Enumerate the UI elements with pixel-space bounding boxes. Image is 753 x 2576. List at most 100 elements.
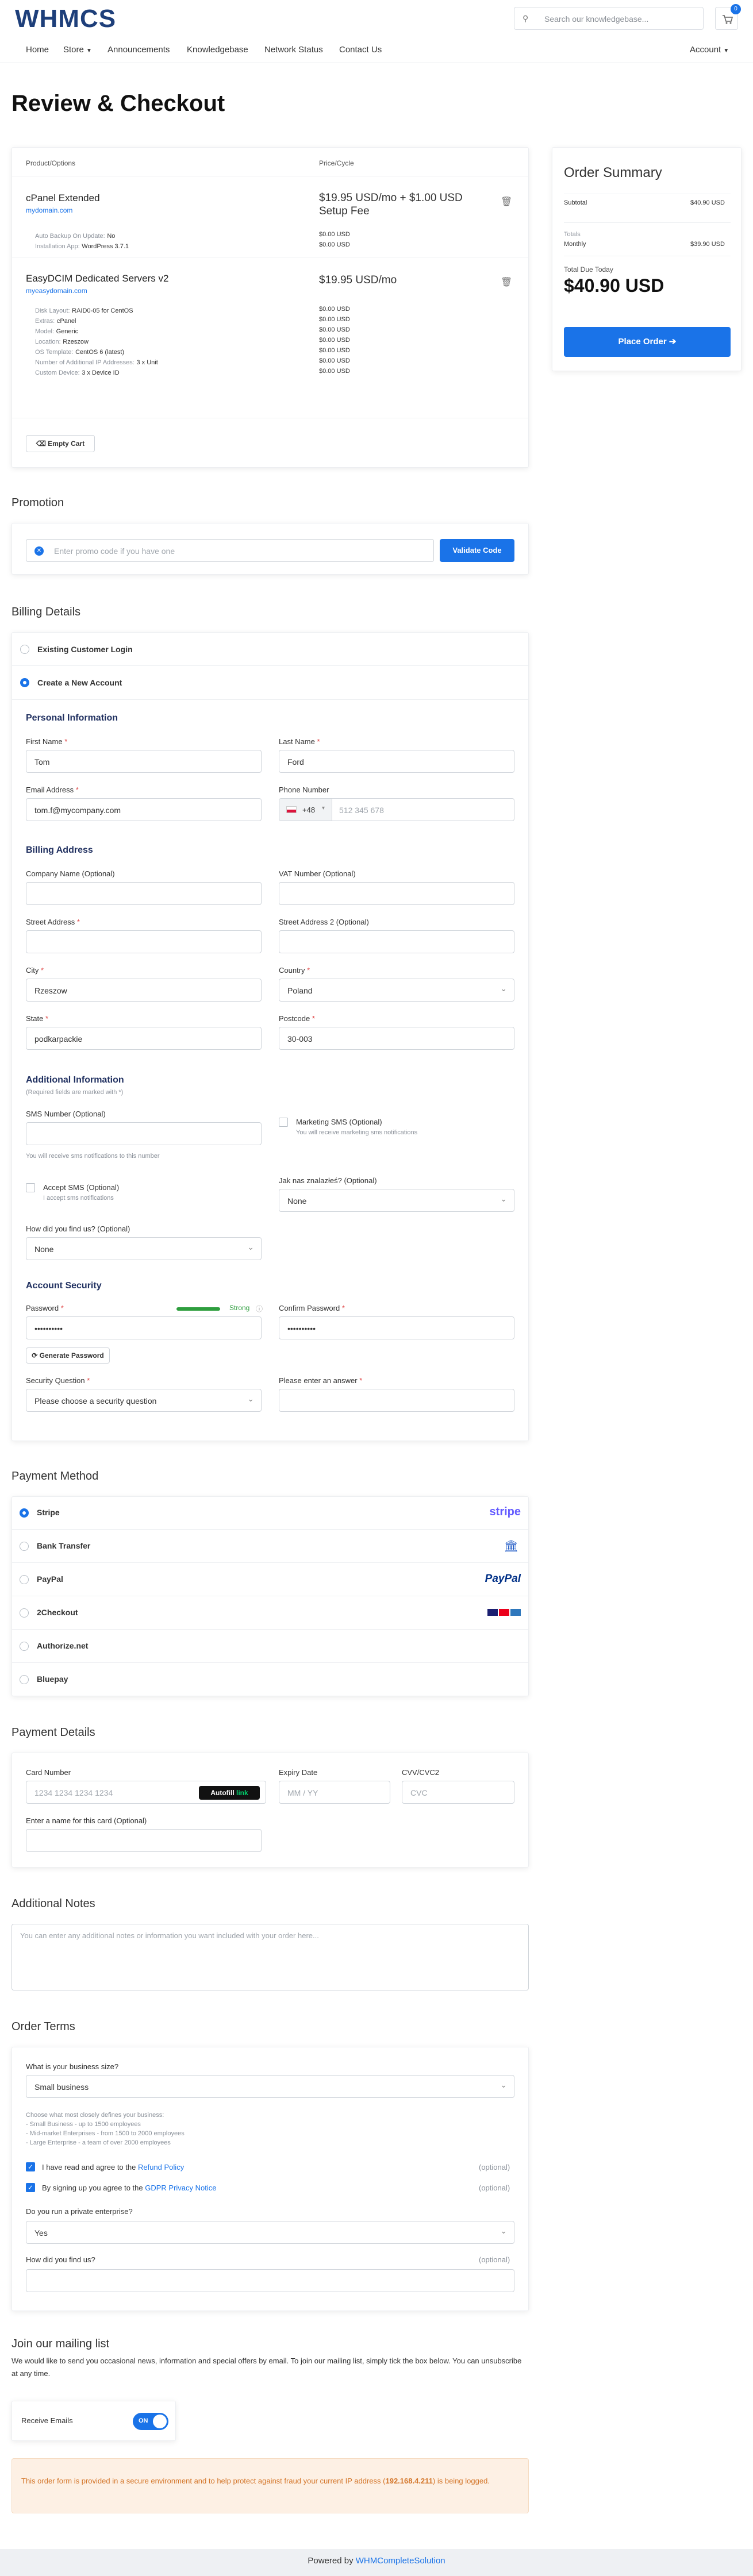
city-field[interactable]: Rzeszow <box>26 979 262 1002</box>
cart-item-domain[interactable]: myeasydomain.com <box>26 287 87 295</box>
payment-option-2checkout[interactable]: 2Checkout <box>11 1596 529 1630</box>
confirm-field[interactable]: •••••••••• <box>279 1316 514 1339</box>
nav-store[interactable]: Store ▼ <box>63 45 92 55</box>
payment-option-bank[interactable]: Bank Transfer 🏛 <box>11 1530 529 1563</box>
cvv-field[interactable]: CVC <box>402 1781 514 1804</box>
poland-flag-icon <box>286 806 297 813</box>
bluepay-radio[interactable] <box>20 1675 29 1684</box>
company-field[interactable] <box>26 882 262 905</box>
last-name-field[interactable]: Ford <box>279 750 514 773</box>
cart-header: Product/Options Price/Cycle <box>12 148 528 176</box>
card-details-card: Card Number 1234 1234 1234 1234 Autofill… <box>11 1753 529 1867</box>
stripe-label: Stripe <box>37 1508 60 1517</box>
security-question-select[interactable]: Please choose a security question <box>26 1389 262 1412</box>
answer-field[interactable] <box>279 1389 514 1412</box>
existing-radio[interactable] <box>20 645 29 654</box>
whmcs-link[interactable]: WHMCompleteSolution <box>356 2556 445 2566</box>
paypal-label: PayPal <box>37 1574 63 1584</box>
postcode-field[interactable]: 30-003 <box>279 1027 514 1050</box>
nav-account[interactable]: Account ▼ <box>690 45 729 55</box>
create-radio[interactable] <box>20 678 29 687</box>
nav-contact[interactable]: Contact Us <box>339 45 382 55</box>
payment-option-paypal[interactable]: PayPal PayPal <box>11 1563 529 1596</box>
phone-field[interactable]: +48 ▾ 512 345 678 <box>279 798 514 821</box>
option-label: Custom Device: <box>35 369 80 376</box>
accept-sms-checkbox[interactable] <box>26 1183 35 1192</box>
nav-home[interactable]: Home <box>26 45 49 55</box>
paypal-radio[interactable] <box>20 1575 29 1584</box>
find-field[interactable] <box>26 2269 514 2292</box>
stripe-radio[interactable] <box>20 1508 29 1518</box>
monthly-label: Monthly <box>564 241 586 248</box>
authorize-radio[interactable] <box>20 1642 29 1651</box>
receive-emails-toggle[interactable]: ON <box>133 2413 168 2430</box>
street2-field[interactable] <box>279 930 514 953</box>
place-order-button[interactable]: Place Order ➔ <box>564 327 731 357</box>
marketing-label: Marketing SMS (Optional) <box>296 1118 382 1126</box>
payment-option-authorize[interactable]: Authorize.net <box>11 1630 529 1663</box>
trash-icon[interactable]: 🗑 <box>501 196 512 207</box>
refund-policy-link[interactable]: Refund Policy <box>138 2163 184 2171</box>
option-row: Disk Layout: RAID0-05 for CentOS <box>35 306 133 314</box>
authorize-label: Authorize.net <box>37 1641 89 1650</box>
private-select[interactable]: Yes <box>26 2221 514 2244</box>
whmcs-logo[interactable]: WHMCS <box>15 5 116 33</box>
how-select[interactable]: None <box>26 1237 262 1260</box>
option-price: $0.00 USD <box>319 241 350 248</box>
card-name-field[interactable] <box>26 1829 262 1852</box>
validate-code-button[interactable]: Validate Code <box>440 539 514 562</box>
vat-field[interactable] <box>279 882 514 905</box>
gdpr-link[interactable]: GDPR Privacy Notice <box>145 2184 216 2192</box>
nav-network-status[interactable]: Network Status <box>264 45 323 55</box>
password-field[interactable]: •••••••••• <box>26 1316 262 1339</box>
gdpr-checkbox[interactable]: ✓ <box>26 2183 35 2192</box>
expiry-field[interactable]: MM / YY <box>279 1781 390 1804</box>
search-input[interactable]: ⚲ Search our knowledgebase... <box>514 7 704 30</box>
cart-item-domain[interactable]: mydomain.com <box>26 206 72 214</box>
create-account-option[interactable]: Create a New Account <box>12 666 528 699</box>
trash-icon[interactable]: 🗑 <box>501 276 512 288</box>
autofill-link-button[interactable]: Autofill link <box>199 1786 260 1800</box>
generate-password-button[interactable]: ⟳ Generate Password <box>26 1347 110 1364</box>
divider <box>12 699 528 700</box>
street-label: Street Address * <box>26 918 80 926</box>
payment-option-stripe[interactable]: Stripe stripe <box>11 1496 529 1530</box>
cart-button[interactable]: 0 <box>715 4 741 30</box>
first-name-field[interactable]: Tom <box>26 750 262 773</box>
tag-icon: ✕ <box>34 546 44 556</box>
payment-option-bluepay[interactable]: Bluepay <box>11 1663 529 1696</box>
promo-input[interactable]: ✕ Enter promo code if you have one <box>26 539 434 562</box>
jak-select[interactable]: None <box>279 1189 514 1212</box>
card-number-field[interactable]: 1234 1234 1234 1234 Autofill link <box>26 1781 266 1804</box>
country-code-select[interactable]: +48 ▾ <box>279 799 332 821</box>
option-row: Installation App: WordPress 3.7.1 <box>35 241 129 250</box>
state-field[interactable]: podkarpackie <box>26 1027 262 1050</box>
2checkout-radio[interactable] <box>20 1608 29 1618</box>
nav-knowledgebase[interactable]: Knowledgebase <box>187 45 248 55</box>
option-label: Installation App: <box>35 243 80 250</box>
notes-textarea[interactable]: You can enter any additional notes or in… <box>11 1924 529 1990</box>
country-select[interactable]: Poland <box>279 979 514 1002</box>
option-label: Auto Backup On Update: <box>35 233 105 240</box>
street2-label: Street Address 2 (Optional) <box>279 918 369 926</box>
company-label: Company Name (Optional) <box>26 869 115 878</box>
option-price: $0.00 USD <box>319 357 350 364</box>
email-field[interactable]: tom.f@mycompany.com <box>26 798 262 821</box>
existing-customer-option[interactable]: Existing Customer Login <box>12 633 528 666</box>
cart-item-price: $19.95 USD/mo <box>319 274 397 286</box>
refund-checkbox[interactable]: ✓ <box>26 2162 35 2171</box>
size-select[interactable]: Small business <box>26 2075 514 2098</box>
nav-announcements[interactable]: Announcements <box>107 45 170 55</box>
city-label: City * <box>26 966 44 975</box>
billing-title: Billing Details <box>11 606 81 618</box>
billing-card: Existing Customer Login Create a New Acc… <box>11 632 529 1441</box>
empty-cart-button[interactable]: ⌫ Empty Cart <box>26 435 95 452</box>
sms-field[interactable] <box>26 1122 262 1145</box>
mastercard-icon <box>499 1609 509 1616</box>
info-icon[interactable]: ⓘ <box>256 1304 263 1314</box>
password-label-text: Password <box>26 1304 59 1312</box>
card-brands-icon <box>486 1609 521 1618</box>
bank-radio[interactable] <box>20 1542 29 1551</box>
marketing-sms-checkbox[interactable] <box>279 1118 288 1127</box>
street-field[interactable] <box>26 930 262 953</box>
